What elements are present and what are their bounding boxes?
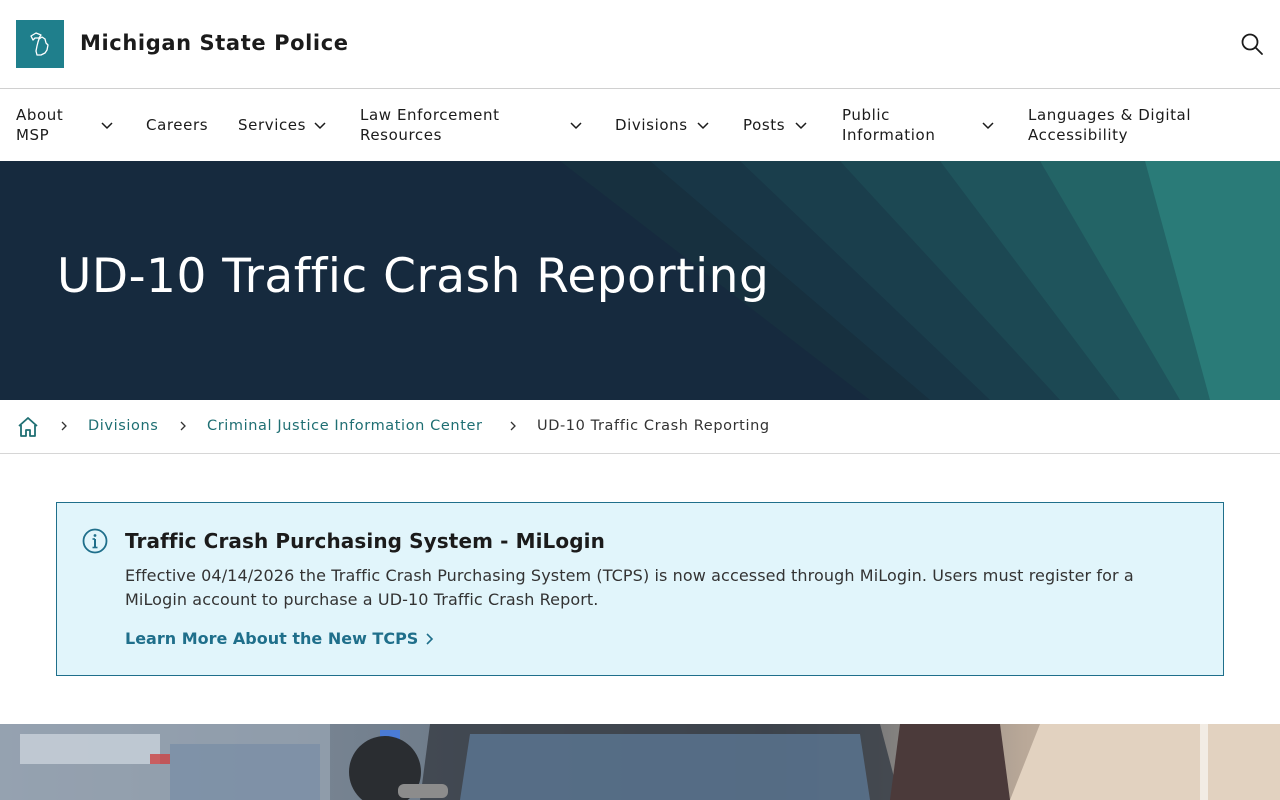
nav-item-about-msp[interactable]: About MSP — [16, 89, 120, 161]
chevron-right-icon — [510, 421, 516, 431]
chevron-down-icon — [697, 122, 709, 130]
alert-body: Effective 04/14/2026 the Traffic Crash P… — [125, 566, 1134, 609]
nav-item-label: Posts — [743, 116, 786, 134]
nav-item-careers[interactable]: Careers — [146, 89, 208, 161]
nav-item-label: MSP — [16, 126, 50, 144]
chevron-right-icon — [426, 632, 434, 645]
nav-item-label: Services — [238, 116, 307, 134]
nav-item-label: Law Enforcement — [360, 106, 500, 124]
nav-item-public-information[interactable]: Public Information — [842, 89, 996, 161]
chevron-down-icon — [795, 122, 807, 130]
main-navigation: About MSP Careers Services Law Enforcemen… — [0, 88, 1280, 161]
nav-item-label: About — [16, 106, 64, 124]
nav-item-divisions[interactable]: Divisions — [615, 89, 711, 161]
nav-item-posts[interactable]: Posts — [743, 89, 809, 161]
search-button[interactable] — [1240, 32, 1264, 56]
hero-banner: UD-10 Traffic Crash Reporting — [0, 161, 1280, 400]
nav-item-label: Public — [842, 106, 890, 124]
chevron-down-icon — [101, 122, 113, 130]
site-title[interactable]: Michigan State Police — [80, 31, 349, 55]
nav-item-services[interactable]: Services — [238, 89, 328, 161]
chevron-down-icon — [570, 122, 582, 130]
nav-item-label: Languages & Digital — [1028, 106, 1192, 124]
nav-item-label: Information — [842, 126, 936, 144]
michigan-map-icon — [30, 32, 49, 56]
learn-more-label: Learn More About the New TCPS — [125, 629, 419, 648]
nav-item-law-enforcement-resources[interactable]: Law Enforcement Resources — [360, 89, 584, 161]
breadcrumb-current: UD-10 Traffic Crash Reporting — [537, 418, 770, 434]
nav-item-label: Careers — [146, 116, 209, 134]
nav-item-label: Divisions — [615, 116, 688, 134]
breadcrumb-cjic[interactable]: Criminal Justice Information Center — [207, 418, 483, 434]
site-header: Michigan State Police — [0, 0, 1280, 88]
nav-item-languages-accessibility[interactable]: Languages & Digital Accessibility — [1028, 89, 1191, 161]
alert-title: Traffic Crash Purchasing System - MiLogi… — [125, 529, 605, 553]
info-icon — [82, 528, 108, 554]
page-title: UD-10 Traffic Crash Reporting — [57, 249, 770, 304]
nav-item-label: Resources — [360, 126, 443, 144]
info-alert: Traffic Crash Purchasing System - MiLogi… — [56, 502, 1224, 676]
breadcrumb-divisions[interactable]: Divisions — [88, 418, 158, 434]
chevron-down-icon — [314, 122, 326, 130]
search-icon — [1241, 33, 1263, 55]
chevron-right-icon — [61, 421, 67, 431]
site-logo[interactable] — [16, 20, 64, 68]
chevron-down-icon — [982, 122, 994, 130]
breadcrumb: Divisions Criminal Justice Information C… — [0, 400, 1280, 454]
home-icon[interactable] — [16, 415, 40, 439]
police-car-image — [0, 724, 1280, 800]
nav-item-label: Accessibility — [1028, 126, 1129, 144]
chevron-right-icon — [180, 421, 186, 431]
police-car-photo — [0, 724, 1280, 800]
learn-more-link[interactable]: Learn More About the New TCPS — [125, 629, 434, 648]
